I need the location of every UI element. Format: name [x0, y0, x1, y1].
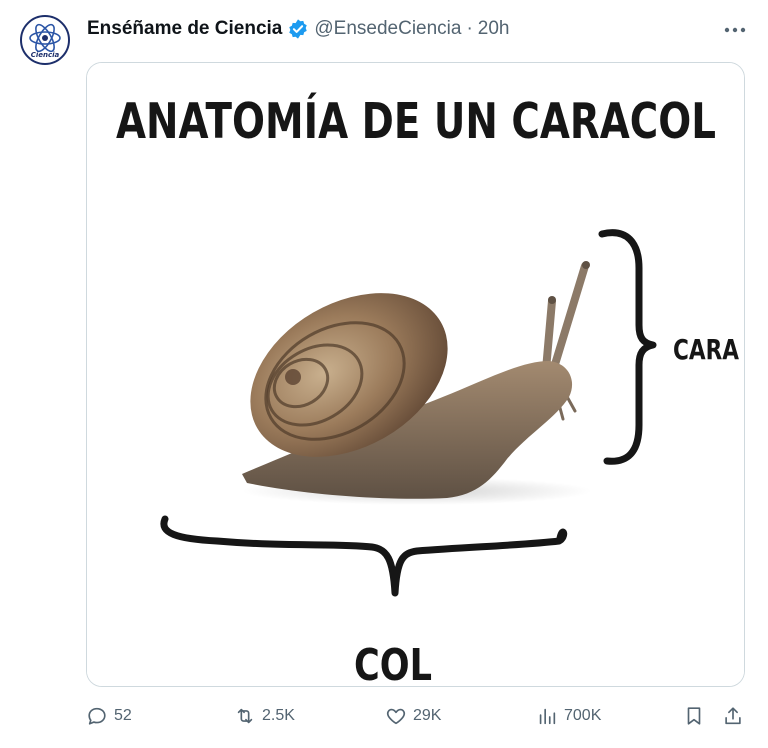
bookmark-icon	[687, 707, 701, 725]
handle[interactable]: @EnsedeCiencia	[314, 18, 461, 40]
reply-button[interactable]: 52	[86, 700, 132, 732]
repost-icon	[237, 708, 253, 724]
avatar-text: Ciencia	[31, 51, 60, 59]
repost-button[interactable]: 2.5K	[234, 700, 295, 732]
like-button[interactable]: 29K	[385, 700, 441, 732]
bookmark-button[interactable]	[683, 700, 705, 732]
heart-icon	[386, 708, 406, 725]
avatar[interactable]: Ciencia	[20, 15, 70, 65]
tweet-media[interactable]: ANATOMÍA DE UN CARACOL CARA COL	[86, 62, 745, 687]
separator-dot: ·	[466, 18, 473, 39]
views-chart-icon	[539, 708, 556, 725]
repost-count: 2.5K	[262, 707, 295, 724]
share-icon	[725, 707, 741, 725]
tweet-actions: 52 2.5K 29K 700K	[86, 700, 748, 732]
meme-title: ANATOMÍA DE UN CARACOL	[116, 91, 716, 150]
views-button[interactable]: 700K	[536, 700, 601, 732]
like-count: 29K	[413, 707, 442, 724]
label-cara: CARA	[673, 333, 739, 366]
atom-logo-icon: Ciencia	[23, 18, 67, 62]
meme-image: ANATOMÍA DE UN CARACOL CARA COL	[87, 63, 744, 687]
more-options-button[interactable]	[722, 20, 748, 40]
display-name[interactable]: Enséñame de Ciencia	[87, 18, 282, 40]
more-dots-icon	[724, 27, 746, 33]
verified-badge-icon	[289, 19, 308, 39]
share-button[interactable]	[722, 700, 744, 732]
views-count: 700K	[564, 707, 602, 724]
reply-icon	[88, 707, 106, 725]
label-col: COL	[354, 640, 432, 687]
timestamp[interactable]: 20h	[478, 18, 510, 40]
tweet-header: Enséñame de Ciencia @EnsedeCiencia · 20h	[87, 16, 510, 42]
reply-count: 52	[114, 707, 132, 724]
